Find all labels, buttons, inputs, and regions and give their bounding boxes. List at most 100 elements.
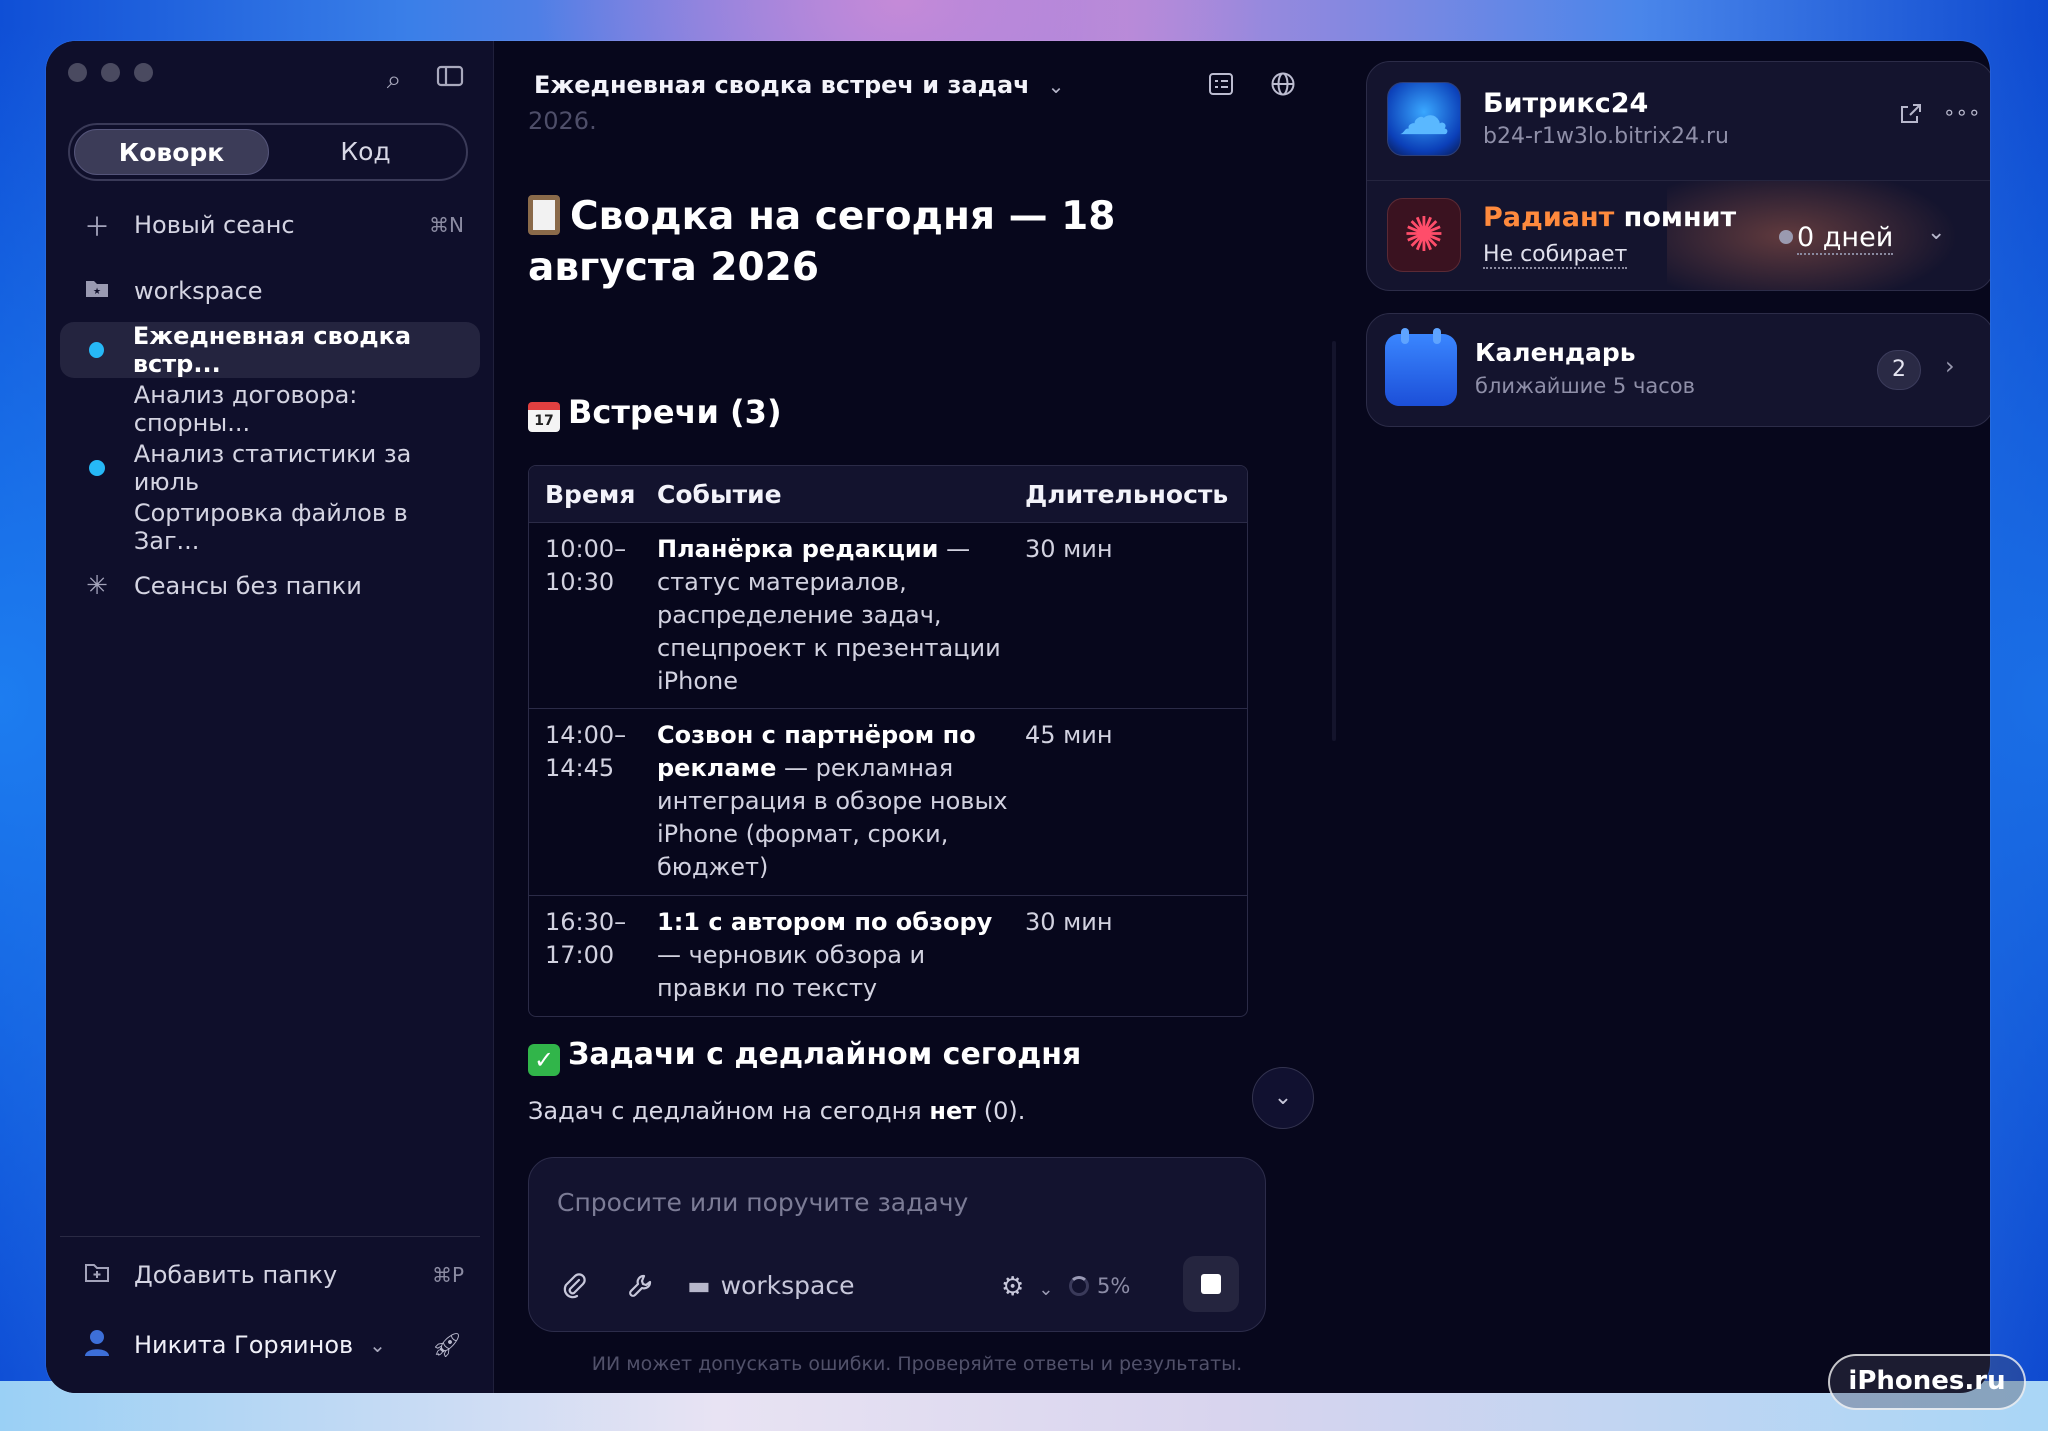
watermark-logo: iPhones.ru [1828, 1354, 2026, 1410]
column-header-duration: Длительность [1025, 479, 1229, 509]
session-item-contract-analysis[interactable]: Анализ договора: спорны... [60, 381, 480, 437]
radiant-name: Радиант [1483, 202, 1615, 233]
sidebar-toggle-icon[interactable] [434, 64, 466, 96]
tasks-text-emphasis: нет [929, 1097, 977, 1125]
close-window-button[interactable] [68, 63, 87, 82]
right-panel: Битрикс24 b24-r1w3lo.bitrix24.ru ∘∘∘ Рад… [1340, 41, 1990, 1393]
more-options-icon[interactable]: ∘∘∘ [1943, 100, 1981, 124]
chevron-down-icon[interactable]: ⌄ [1927, 220, 1945, 245]
session-label: Сортировка файлов в Заг... [133, 499, 408, 555]
folder-icon: ★ [82, 276, 112, 306]
folder-label: workspace [134, 277, 263, 305]
context-percentage: 5% [1097, 1274, 1131, 1298]
summary-heading: Сводка на сегодня — 18 августа 2026 [528, 191, 1288, 293]
wrench-icon[interactable] [627, 1272, 655, 1307]
composer: Спросите или поручите задачу ▬ workspace … [528, 1157, 1266, 1332]
event-description: — черновик обзора и правки по тексту [657, 941, 926, 1002]
radiant-title: Радиант помнит [1483, 202, 1736, 233]
table-row: 10:00– 10:30 Планёрка редакции — статус … [529, 523, 1247, 709]
tab-code[interactable]: Код [269, 129, 462, 175]
tasks-heading: ✓ Задачи с дедлайном сегодня [528, 1037, 1081, 1076]
meetings-heading: 17 Встречи (3) [528, 393, 782, 432]
chevron-down-icon: ⌄ [1047, 74, 1065, 98]
progress-ring-icon [1069, 1276, 1089, 1296]
radiant-days: 0 дней [1779, 222, 1894, 255]
search-icon[interactable]: ⌕ [378, 64, 410, 96]
tab-cowork[interactable]: Коворк [74, 129, 269, 175]
calendar-subtitle: ближайшие 5 часов [1475, 374, 1695, 398]
cell-time: 14:00– 14:45 [545, 721, 627, 782]
new-session-shortcut: ⌘N [429, 213, 464, 237]
cell-event: Планёрка редакции — статус материалов, р… [657, 533, 1019, 708]
stop-button[interactable] [1183, 1256, 1239, 1312]
table-row: 16:30– 17:00 1:1 с автором по обзору — ч… [529, 896, 1247, 1016]
session-title-dropdown[interactable]: Ежедневная сводка встреч и задач ⌄ [534, 71, 1064, 99]
cell-event: 1:1 с автором по обзору — черновик обзор… [657, 906, 1019, 1016]
zoom-window-button[interactable] [134, 63, 153, 82]
tasks-text-start: Задач с дедлайном на сегодня [528, 1097, 930, 1125]
chevron-down-icon: ⌄ [1038, 1279, 1054, 1300]
calendar-app-icon [1385, 328, 1457, 406]
sessions-without-folder[interactable]: ✳ Сеансы без папки [60, 558, 480, 614]
globe-icon[interactable] [1266, 71, 1300, 105]
column-header-time: Время [545, 479, 636, 509]
radiant-status-text: Не собирает [1483, 242, 1628, 269]
sparkle-cursor-icon: ✳ [86, 571, 108, 601]
workspace-selector[interactable]: ▬ workspace [687, 1271, 854, 1300]
connectors-card: Битрикс24 b24-r1w3lo.bitrix24.ru ∘∘∘ Рад… [1366, 61, 1990, 291]
session-label: Анализ статистики за июль [133, 440, 412, 496]
add-folder-shortcut: ⌘P [431, 1263, 464, 1287]
disclaimer: ИИ может допускать ошибки. Проверяйте от… [591, 1353, 1243, 1375]
card-divider [1367, 180, 1990, 181]
scroll-down-button[interactable]: ⌄ [1252, 1067, 1314, 1129]
tasks-text-end: (0). [976, 1097, 1026, 1125]
cell-duration: 45 мин [1025, 721, 1113, 749]
sidebar-folder-workspace[interactable]: ★ workspace [60, 263, 480, 319]
session-label: Анализ договора: спорны... [133, 381, 358, 437]
svg-text:★: ★ [93, 287, 101, 297]
clipboard-icon [528, 195, 560, 235]
tasks-text: Задач с дедлайном на сегодня нет (0). [528, 1097, 1025, 1125]
session-item-july-stats[interactable]: Анализ статистики за июль [60, 440, 480, 496]
external-link-icon[interactable] [1899, 102, 1923, 132]
chevron-down-icon: ⌄ [369, 1333, 386, 1357]
unread-dot [89, 342, 104, 358]
minimize-window-button[interactable] [101, 63, 120, 82]
unread-dot [89, 460, 105, 476]
event-title: Планёрка редакции [657, 535, 939, 563]
chevron-down-icon: ⌄ [1273, 1085, 1293, 1110]
new-session-button[interactable]: ＋ Новый сеанс ⌘N [60, 197, 480, 253]
sidebar-divider [60, 1236, 480, 1237]
meetings-table: Время Событие Длительность 10:00– 10:30 … [528, 465, 1248, 1017]
column-header-event: Событие [657, 479, 782, 509]
calendar-card[interactable]: Календарь ближайшие 5 часов 2 › [1366, 313, 1990, 427]
table-row: 14:00– 14:45 Созвон с партнёром по рекла… [529, 709, 1247, 896]
avatar [82, 1327, 112, 1364]
bitrix-url: b24-r1w3lo.bitrix24.ru [1483, 124, 1729, 149]
cell-duration: 30 мин [1025, 908, 1113, 936]
checkmark-icon: ✓ [528, 1044, 560, 1076]
user-name: Никита Горяинов [134, 1331, 354, 1359]
prompt-input[interactable]: Спросите или поручите задачу [557, 1188, 968, 1217]
cell-time: 10:00– 10:30 [545, 535, 627, 596]
paperclip-icon[interactable] [561, 1272, 587, 1307]
rocket-icon[interactable]: 🚀︎ [432, 1331, 462, 1359]
user-menu[interactable]: Никита Горяинов ⌄ 🚀︎ [60, 1317, 480, 1373]
session-label: Ежедневная сводка встр... [132, 322, 412, 378]
no-folder-label: Сеансы без папки [134, 572, 362, 600]
folder-plus-icon [82, 1260, 112, 1290]
scrolled-text-fragment: 2026. [528, 107, 597, 135]
add-folder-button[interactable]: Добавить папку ⌘P [60, 1247, 480, 1303]
meetings-heading-text: Встречи (3) [568, 393, 782, 431]
bitrix-cloud-icon [1387, 82, 1461, 156]
session-item-daily-summary[interactable]: Ежедневная сводка встр... [60, 322, 480, 378]
session-item-file-sorting[interactable]: Сортировка файлов в Заг... [60, 499, 480, 555]
window-controls [68, 63, 153, 82]
cell-time: 16:30– 17:00 [545, 908, 627, 969]
checklist-icon[interactable] [1204, 71, 1238, 105]
cell-event: Созвон с партнёром по рекламе — рекламна… [657, 719, 1019, 895]
bitrix-title: Битрикс24 [1483, 88, 1649, 119]
status-dot [1779, 230, 1793, 244]
model-settings-icon[interactable]: ⚙ ⌄ [1001, 1272, 1053, 1302]
scrollbar[interactable] [1332, 341, 1336, 741]
